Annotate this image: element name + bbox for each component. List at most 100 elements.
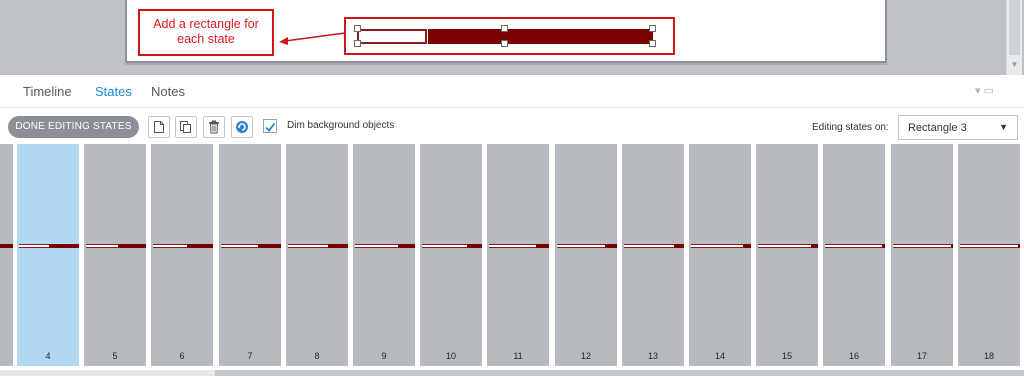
collapse-icon[interactable]: ▾ [975,85,984,97]
state-bar-empty [288,244,328,248]
checkmark-icon [265,122,276,132]
state-thumbnail[interactable]: 13 [622,144,684,366]
resize-handle[interactable] [354,40,361,47]
state-thumbnail-partial[interactable] [0,144,13,366]
state-bar-fill [605,244,617,248]
state-thumbnail[interactable]: 18 [958,144,1020,366]
state-bar-empty [19,244,49,248]
state-bar-fill [49,244,79,248]
slide-canvas-area: Add a rectangle for each state ▼ [0,0,1024,75]
state-bar-empty [557,244,605,248]
scroll-down-icon[interactable]: ▼ [1007,58,1022,72]
state-bar-empty [758,244,811,248]
horizontal-scrollbar[interactable] [0,370,1024,376]
state-thumbnail[interactable]: 14 [689,144,751,366]
state-bar-fill [398,244,415,248]
state-bar-empty [86,244,118,248]
done-editing-states-button[interactable]: DONE EDITING STATES [8,116,139,138]
state-thumbnail[interactable]: 16 [823,144,885,366]
vertical-scrollbar[interactable]: ▼ [1006,0,1022,75]
state-bar [0,244,13,248]
state-number: 7 [247,351,253,361]
duplicate-state-button[interactable] [175,116,197,138]
state-number: 8 [314,351,320,361]
state-thumbnail[interactable]: 12 [555,144,617,366]
resize-handle[interactable] [649,40,656,47]
state-thumbnail[interactable]: 8 [286,144,348,366]
state-bar-fill [536,244,549,248]
state-number: 6 [179,351,185,361]
tab-timeline[interactable]: Timeline [23,84,72,99]
duplicate-state-icon [180,121,191,133]
state-bar-fill [258,244,281,248]
state-number: 12 [580,351,591,361]
state-bar-fill [811,244,818,248]
new-state-button[interactable] [148,116,170,138]
state-number: 9 [381,351,387,361]
state-bar-empty [825,244,882,248]
state-bar-fill [118,244,146,248]
state-bar-empty [221,244,258,248]
state-bar-fill [467,244,482,248]
tab-notes[interactable]: Notes [151,84,185,99]
state-bar-empty [624,244,674,248]
callout-arrow-icon [279,32,346,45]
states-editor-window: Add a rectangle for each state ▼ Timelin… [0,0,1024,376]
state-bar-fill [743,244,751,248]
resize-handle[interactable] [501,40,508,47]
state-thumbnail[interactable]: 9 [353,144,415,366]
state-bar-fill [674,244,684,248]
state-thumbnail[interactable]: 4 [17,144,79,366]
new-state-icon [154,121,164,133]
state-thumbnail[interactable]: 10 [420,144,482,366]
state-bar-empty [893,244,951,248]
state-bar-empty [691,244,743,248]
delete-state-button[interactable] [203,116,225,138]
state-number: 15 [781,351,792,361]
rectangle-fill-shape[interactable] [428,29,653,44]
state-bar-empty [960,244,1018,248]
editing-states-on-label: Editing states on: [812,122,889,133]
state-number: 5 [112,351,118,361]
state-thumbnail[interactable]: 11 [487,144,549,366]
state-number: 10 [445,351,456,361]
state-bar-fill [1018,244,1020,248]
object-select-dropdown[interactable]: Rectangle 3 ▼ [898,115,1018,140]
dim-background-label: Dim background objects [287,120,395,131]
resize-handle[interactable] [354,25,361,32]
rectangle-outline-shape[interactable] [357,29,427,44]
state-thumbnail[interactable]: 5 [84,144,146,366]
panel-tabs: Timeline States Notes ▾▭ [0,75,1024,108]
reset-state-icon [236,121,248,133]
state-bar-fill [328,244,348,248]
scrollbar-thumb[interactable] [215,370,1024,376]
float-panel-icon[interactable]: ▭ [984,85,997,97]
state-thumbnail[interactable]: 7 [219,144,281,366]
state-number: 17 [916,351,927,361]
state-number: 18 [983,351,994,361]
state-number: 13 [647,351,658,361]
state-bar-fill [951,244,953,248]
annotation-callout: Add a rectangle for each state [138,9,274,56]
states-strip: 4 5 6 7 8 9 10 11 12 13 14 15 16 17 18 [0,144,1024,370]
states-toolbar: DONE EDITING STATES Dim background objec… [0,108,1024,144]
state-bar-empty [153,244,187,248]
state-thumbnail[interactable]: 6 [151,144,213,366]
state-thumbnail[interactable]: 15 [756,144,818,366]
resize-handle[interactable] [501,25,508,32]
selected-object-value: Rectangle 3 [908,122,967,134]
resize-handle[interactable] [649,25,656,32]
reset-state-button[interactable] [231,116,253,138]
panel-controls: ▾▭ [975,84,997,97]
state-bar-fill [882,244,885,248]
dropdown-arrow-icon: ▼ [999,122,1008,132]
state-bar-fill [187,244,213,248]
scrollbar-thumb[interactable] [1009,0,1020,55]
callout-text: Add a rectangle for each state [153,17,259,46]
state-bar-empty [355,244,398,248]
tab-states[interactable]: States [95,84,132,99]
state-number: 16 [848,351,859,361]
state-number: 11 [513,351,523,361]
dim-background-checkbox[interactable] [263,119,277,133]
state-thumbnail[interactable]: 17 [891,144,953,366]
